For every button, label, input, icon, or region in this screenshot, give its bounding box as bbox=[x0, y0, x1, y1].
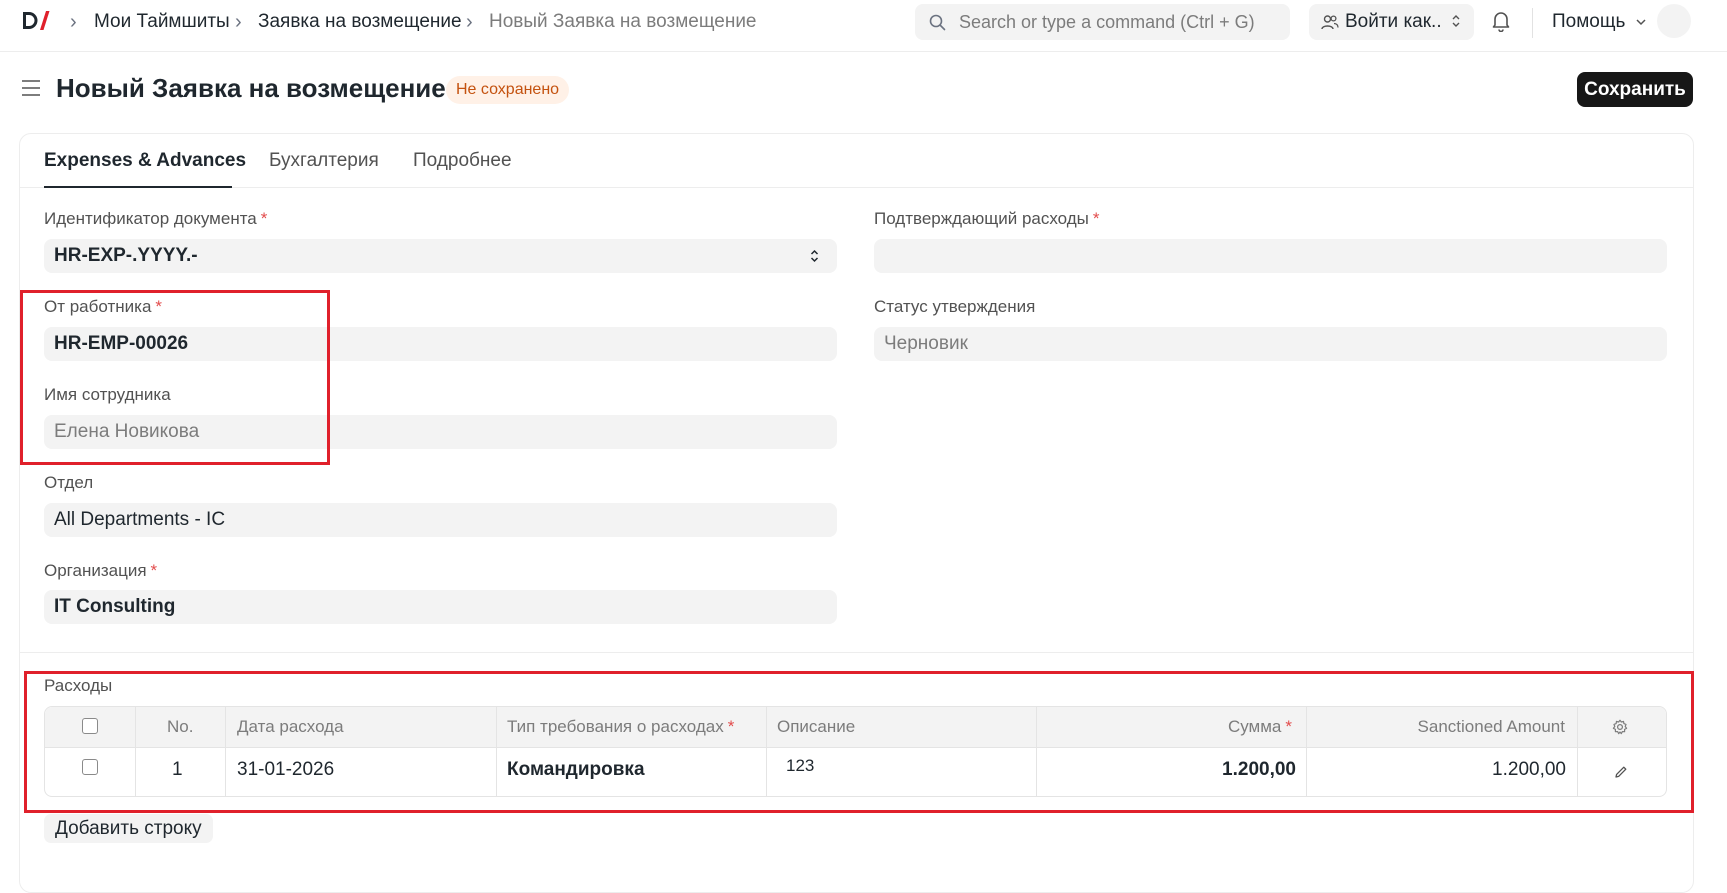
chevron-up-down-icon bbox=[810, 249, 819, 263]
notification-bell-icon[interactable] bbox=[1491, 10, 1511, 32]
cell-amount[interactable]: 1.200,00 bbox=[1222, 759, 1296, 781]
login-as-label: Войти как.. bbox=[1345, 11, 1442, 32]
employee-label: От работника * bbox=[44, 297, 163, 316]
status-badge: Не сохранено bbox=[446, 76, 570, 104]
expense-approver-field[interactable] bbox=[874, 239, 1667, 273]
required-mark: * bbox=[260, 209, 268, 228]
chevron-down-icon bbox=[1636, 19, 1646, 26]
tab-more-info[interactable]: Подробнее bbox=[413, 150, 512, 172]
search-bar[interactable] bbox=[915, 4, 1290, 40]
cell-expense-date[interactable]: 31-01-2026 bbox=[237, 759, 334, 781]
search-input[interactable] bbox=[959, 4, 1279, 40]
column-header-expense-date: Дата расхода bbox=[237, 717, 344, 736]
tab-accounting[interactable]: Бухгалтерия bbox=[269, 150, 379, 172]
cell-expense-type[interactable]: Командировка bbox=[507, 759, 645, 781]
select-all-checkbox[interactable] bbox=[82, 718, 98, 734]
company-label: Организация * bbox=[44, 561, 158, 580]
column-divider bbox=[1306, 707, 1307, 796]
tab-expenses-advances[interactable]: Expenses & Advances bbox=[44, 150, 246, 172]
column-header-description: Описание bbox=[777, 717, 856, 736]
navbar: › Мои Таймшиты › Заявка на возмещение › … bbox=[0, 0, 1727, 52]
naming-series-select[interactable]: HR-EXP-.YYYY.- bbox=[44, 239, 837, 273]
breadcrumb-separator: › bbox=[235, 11, 242, 33]
column-divider bbox=[225, 707, 226, 796]
required-mark: * bbox=[155, 297, 163, 316]
row-no: 1 bbox=[172, 759, 183, 780]
employee-name-field: Елена Новикова bbox=[44, 415, 837, 449]
approval-status-label: Статус утверждения bbox=[874, 297, 1036, 316]
expenses-table-label: Расходы bbox=[44, 676, 113, 695]
breadcrumb-separator: › bbox=[466, 11, 473, 33]
column-divider bbox=[1036, 707, 1037, 796]
column-divider bbox=[766, 707, 767, 796]
breadcrumb-current: Новый Заявка на возмещение bbox=[489, 11, 757, 32]
edit-row-pencil-icon[interactable] bbox=[1614, 765, 1628, 779]
save-button[interactable]: Сохранить bbox=[1577, 72, 1693, 107]
tabs-divider bbox=[19, 187, 1694, 188]
expense-approver-label: Подтверждающий расходы * bbox=[874, 209, 1100, 228]
column-header-amount: Сумма * bbox=[1227, 717, 1292, 736]
breadcrumb-expense-claim[interactable]: Заявка на возмещение bbox=[258, 11, 462, 33]
required-mark: * bbox=[1092, 209, 1100, 228]
required-mark: * bbox=[150, 561, 158, 580]
cell-sanctioned-amount[interactable]: 1.200,00 bbox=[1492, 759, 1566, 781]
column-settings-gear-icon[interactable] bbox=[1612, 719, 1628, 735]
active-tab-indicator bbox=[44, 186, 232, 188]
department-label: Отдел bbox=[44, 473, 94, 492]
column-divider bbox=[1577, 707, 1578, 796]
approval-status-field: Черновик bbox=[874, 327, 1667, 361]
users-icon bbox=[1321, 15, 1339, 30]
app-logo[interactable] bbox=[21, 9, 51, 33]
expenses-table: No. Дата расхода Тип требования о расход… bbox=[44, 706, 1667, 797]
required-mark: * bbox=[1285, 717, 1292, 736]
user-avatar[interactable] bbox=[1657, 4, 1691, 38]
required-mark: * bbox=[727, 717, 735, 736]
row-checkbox[interactable] bbox=[82, 759, 98, 775]
department-field[interactable]: All Departments - IC bbox=[44, 503, 837, 537]
column-header-no: No. bbox=[167, 717, 194, 736]
column-header-expense-type: Тип требования о расходах * bbox=[507, 717, 735, 736]
page-title: Новый Заявка на возмещение bbox=[56, 73, 446, 103]
employee-field[interactable]: HR-EMP-00026 bbox=[44, 327, 837, 361]
column-divider bbox=[135, 707, 136, 796]
column-divider bbox=[496, 707, 497, 796]
breadcrumb-separator: › bbox=[70, 11, 77, 33]
login-as-button[interactable]: Войти как.. bbox=[1309, 4, 1474, 40]
breadcrumb-my-timesheets[interactable]: Мои Таймшиты bbox=[94, 11, 230, 33]
naming-series-label: Идентификатор документа * bbox=[44, 209, 268, 228]
help-dropdown[interactable]: Помощь bbox=[1552, 11, 1647, 33]
column-header-sanctioned-amount: Sanctioned Amount bbox=[1417, 717, 1565, 736]
employee-name-label: Имя сотрудника bbox=[44, 385, 171, 404]
navbar-divider bbox=[1532, 8, 1533, 38]
cell-description[interactable]: 123 bbox=[786, 756, 814, 776]
add-row-button[interactable]: Добавить строку bbox=[44, 814, 213, 843]
search-icon bbox=[929, 14, 946, 31]
chevron-up-down-icon bbox=[1452, 15, 1460, 27]
company-field[interactable]: IT Consulting bbox=[44, 590, 837, 624]
help-label: Помощь bbox=[1552, 11, 1626, 32]
sidebar-toggle-icon[interactable] bbox=[21, 79, 41, 97]
section-divider bbox=[19, 652, 1694, 653]
